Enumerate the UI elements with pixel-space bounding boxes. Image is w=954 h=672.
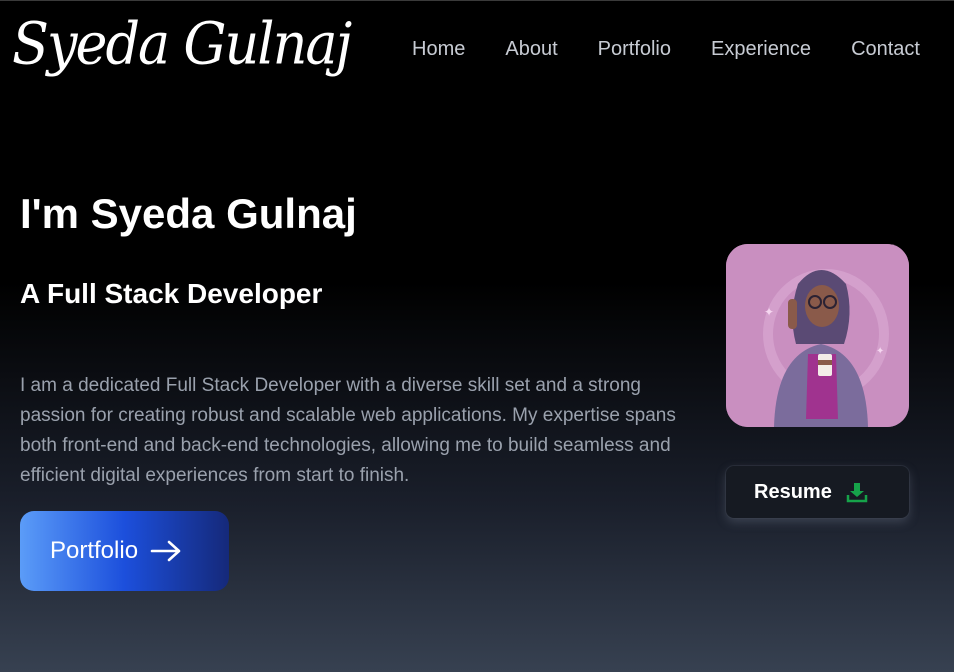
hero-subtitle: A Full Stack Developer bbox=[20, 278, 323, 309]
profile-illustration: ✦ ✦ bbox=[726, 244, 909, 427]
download-icon bbox=[846, 483, 868, 503]
nav-contact[interactable]: Contact bbox=[851, 38, 920, 61]
portfolio-button[interactable]: Portfolio bbox=[20, 511, 229, 591]
arrow-right-icon bbox=[150, 540, 181, 562]
portfolio-button-label: Portfolio bbox=[50, 537, 139, 564]
site-logo[interactable]: Syeda Gulnaj bbox=[12, 1, 352, 87]
main-nav: Home About Portfolio Experience Contact bbox=[412, 38, 920, 61]
nav-home[interactable]: Home bbox=[412, 38, 465, 61]
hero-description: I am a dedicated Full Stack Developer wi… bbox=[20, 375, 676, 486]
nav-portfolio[interactable]: Portfolio bbox=[598, 38, 671, 61]
svg-text:✦: ✦ bbox=[764, 305, 774, 319]
hero-title: I'm Syeda Gulnaj bbox=[20, 190, 357, 237]
nav-experience[interactable]: Experience bbox=[711, 38, 811, 61]
svg-text:✦: ✦ bbox=[876, 346, 884, 357]
nav-about[interactable]: About bbox=[505, 38, 557, 61]
resume-button[interactable]: Resume bbox=[726, 466, 909, 518]
profile-avatar: ✦ ✦ bbox=[726, 244, 909, 427]
resume-button-label: Resume bbox=[754, 480, 832, 503]
